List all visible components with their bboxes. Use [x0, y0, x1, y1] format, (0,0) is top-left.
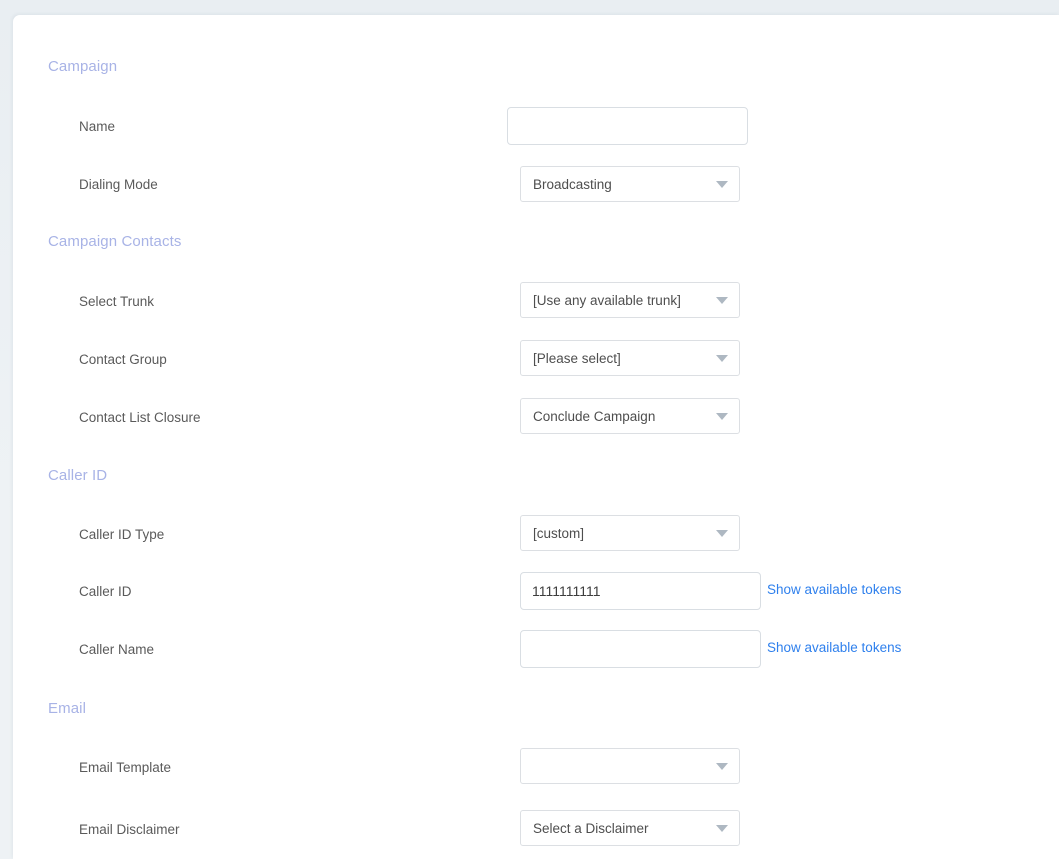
- page-background: Campaign Name Dialing Mode Broadcasting …: [0, 0, 1059, 859]
- control-contact-list-closure: Conclude Campaign: [520, 398, 740, 434]
- contact-group-value: [Please select]: [533, 351, 621, 366]
- label-name: Name: [79, 119, 116, 134]
- dialing-mode-dropdown[interactable]: Broadcasting: [520, 166, 740, 202]
- chevron-down-icon: [716, 825, 728, 832]
- field-row-email-disclaimer: Email Disclaimer Select a Disclaimer: [13, 810, 1059, 850]
- name-input[interactable]: [507, 107, 748, 145]
- email-disclaimer-dropdown[interactable]: Select a Disclaimer: [520, 810, 740, 846]
- field-row-caller-id: Caller ID Show available tokens: [13, 572, 1059, 612]
- caller-id-type-value: [custom]: [533, 526, 585, 541]
- select-trunk-value: [Use any available trunk]: [533, 293, 681, 308]
- contact-list-closure-dropdown[interactable]: Conclude Campaign: [520, 398, 740, 434]
- control-caller-name: [520, 630, 761, 668]
- section-heading-email: Email: [48, 700, 87, 717]
- email-disclaimer-value: Select a Disclaimer: [533, 821, 649, 836]
- select-trunk-dropdown[interactable]: [Use any available trunk]: [520, 282, 740, 318]
- section-heading-campaign: Campaign: [48, 58, 118, 75]
- chevron-down-icon: [716, 413, 728, 420]
- label-email-disclaimer: Email Disclaimer: [79, 822, 180, 837]
- label-contact-list-closure: Contact List Closure: [79, 410, 201, 425]
- control-email-template: [520, 748, 740, 784]
- label-caller-name: Caller Name: [79, 642, 155, 657]
- chevron-down-icon: [716, 530, 728, 537]
- label-email-template: Email Template: [79, 760, 172, 775]
- control-contact-group: [Please select]: [520, 340, 740, 376]
- field-row-email-template: Email Template: [13, 748, 1059, 788]
- field-row-contact-group: Contact Group [Please select]: [13, 340, 1059, 380]
- control-caller-id: [520, 572, 761, 610]
- label-contact-group: Contact Group: [79, 352, 167, 367]
- label-caller-id: Caller ID: [79, 584, 132, 599]
- caller-id-input[interactable]: [520, 572, 761, 610]
- field-row-name: Name: [13, 107, 1059, 147]
- contact-group-dropdown[interactable]: [Please select]: [520, 340, 740, 376]
- label-caller-id-type: Caller ID Type: [79, 527, 165, 542]
- label-dialing-mode: Dialing Mode: [79, 177, 158, 192]
- caller-name-input[interactable]: [520, 630, 761, 668]
- field-row-select-trunk: Select Trunk [Use any available trunk]: [13, 282, 1059, 322]
- field-row-caller-name: Caller Name Show available tokens: [13, 630, 1059, 670]
- section-heading-caller-id: Caller ID: [48, 467, 108, 484]
- campaign-settings-card: Campaign Name Dialing Mode Broadcasting …: [13, 15, 1059, 859]
- field-row-caller-id-type: Caller ID Type [custom]: [13, 515, 1059, 555]
- email-template-dropdown[interactable]: [520, 748, 740, 784]
- control-dialing-mode: Broadcasting: [520, 166, 740, 202]
- field-row-dialing-mode: Dialing Mode Broadcasting: [13, 165, 1059, 205]
- section-heading-campaign-contacts: Campaign Contacts: [48, 233, 182, 250]
- dialing-mode-value: Broadcasting: [533, 177, 612, 192]
- field-row-contact-list-closure: Contact List Closure Conclude Campaign: [13, 398, 1059, 438]
- contact-list-closure-value: Conclude Campaign: [533, 409, 656, 424]
- control-email-disclaimer: Select a Disclaimer: [520, 810, 740, 846]
- chevron-down-icon: [716, 355, 728, 362]
- control-caller-id-type: [custom]: [520, 515, 740, 551]
- caller-id-show-tokens-link[interactable]: Show available tokens: [767, 581, 901, 599]
- label-select-trunk: Select Trunk: [79, 294, 155, 309]
- chevron-down-icon: [716, 763, 728, 770]
- chevron-down-icon: [716, 297, 728, 304]
- email-template-value: [533, 749, 705, 785]
- control-select-trunk: [Use any available trunk]: [520, 282, 740, 318]
- control-name: [507, 107, 748, 145]
- caller-id-type-dropdown[interactable]: [custom]: [520, 515, 740, 551]
- caller-name-show-tokens-link[interactable]: Show available tokens: [767, 639, 901, 657]
- chevron-down-icon: [716, 181, 728, 188]
